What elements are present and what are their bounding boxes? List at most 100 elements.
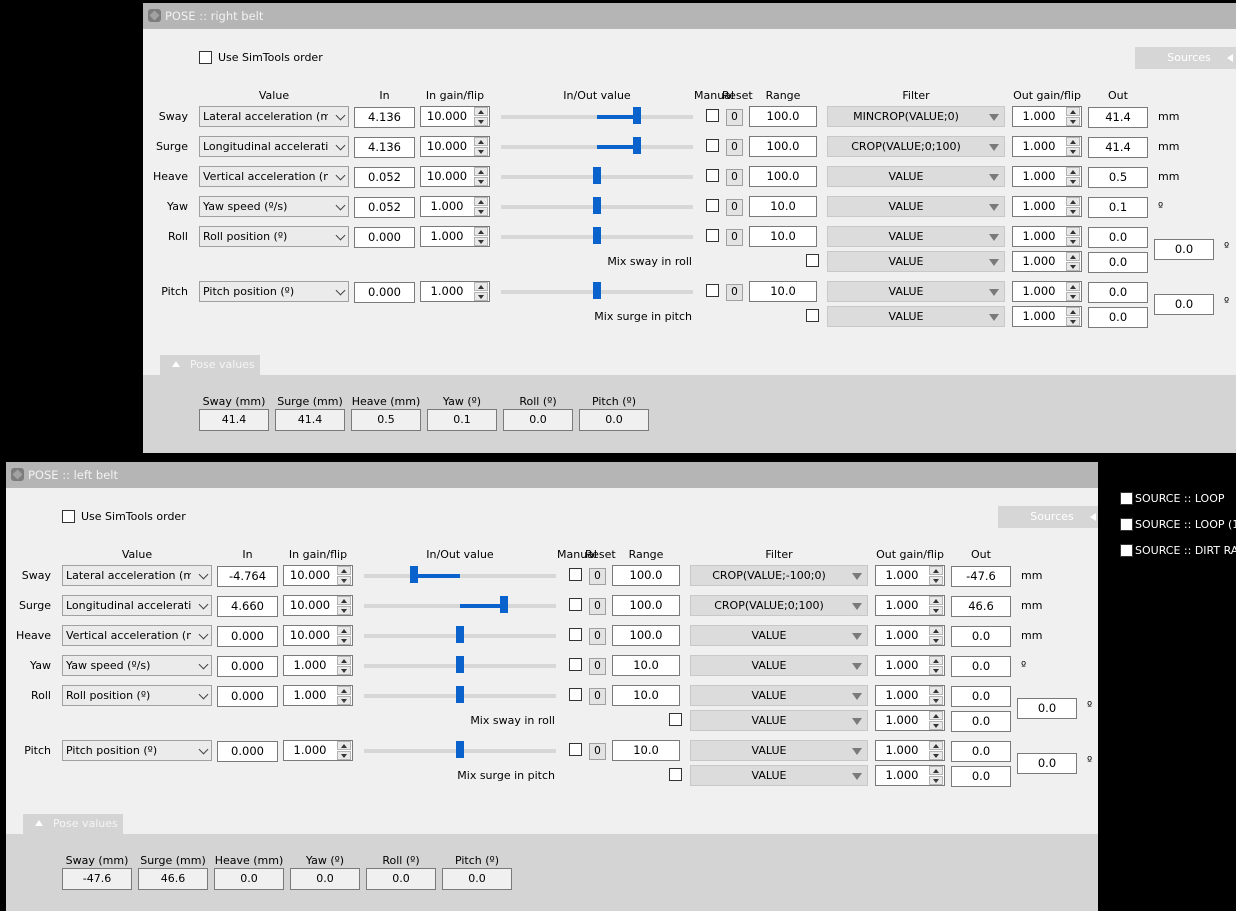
manual-checkbox[interactable] [569, 743, 582, 756]
filter-select[interactable]: VALUE [827, 196, 1005, 217]
inout-slider-thumb[interactable] [456, 686, 464, 703]
spin-down-arrow-icon[interactable] [474, 207, 488, 216]
range-input[interactable]: 100.0 [749, 166, 817, 187]
spin-up-arrow-icon[interactable] [929, 656, 943, 665]
spin-down-arrow-icon[interactable] [337, 636, 351, 645]
filter-select[interactable]: VALUE [690, 655, 868, 676]
out-value[interactable]: 0.1 [1088, 197, 1148, 218]
spin-up-arrow-icon[interactable] [929, 626, 943, 635]
out-gain-stepper[interactable]: 1.000 [1012, 226, 1082, 247]
mix-out-value[interactable]: 0.0 [951, 711, 1011, 732]
in-gain-stepper[interactable]: 10.000 [283, 595, 353, 616]
pose-values-tab[interactable]: Pose values [160, 355, 260, 375]
manual-checkbox[interactable] [706, 284, 719, 297]
spin-down-arrow-icon[interactable] [1066, 237, 1080, 246]
in-gain-stepper[interactable]: 1.000 [283, 655, 353, 676]
out-gain-stepper[interactable]: 1.000 [875, 565, 945, 586]
spin-down-arrow-icon[interactable] [1066, 292, 1080, 301]
use-simtools-checkbox[interactable] [62, 510, 75, 523]
filter-select[interactable]: CROP(VALUE;0;100) [827, 136, 1005, 157]
total-out-value[interactable]: 0.0 [1017, 753, 1077, 774]
spin-down-arrow-icon[interactable] [474, 117, 488, 126]
mix-checkbox[interactable] [806, 254, 819, 267]
range-input[interactable]: 100.0 [612, 625, 680, 646]
manual-checkbox[interactable] [569, 598, 582, 611]
out-value[interactable]: 0.0 [951, 626, 1011, 647]
in-value[interactable]: 4.136 [354, 137, 415, 158]
spin-up-arrow-icon[interactable] [474, 227, 488, 236]
reset-button[interactable]: 0 [726, 169, 743, 186]
manual-checkbox[interactable] [569, 688, 582, 701]
in-gain-stepper[interactable]: 10.000 [283, 565, 353, 586]
source-checkbox[interactable] [1120, 492, 1133, 505]
manual-checkbox[interactable] [706, 229, 719, 242]
spin-up-arrow-icon[interactable] [1066, 252, 1080, 261]
value-source-select[interactable]: Vertical acceleration (m/s²) [199, 166, 349, 187]
spin-down-arrow-icon[interactable] [1066, 317, 1080, 326]
range-input[interactable]: 10.0 [612, 655, 680, 676]
in-value[interactable]: 0.000 [217, 686, 278, 707]
inout-slider-track[interactable] [364, 574, 556, 578]
manual-checkbox[interactable] [706, 139, 719, 152]
out-gain-stepper[interactable]: 1.000 [875, 685, 945, 706]
mix-out-value[interactable]: 0.0 [951, 766, 1011, 787]
in-value[interactable]: 4.660 [217, 596, 278, 617]
in-gain-stepper[interactable]: 10.000 [420, 166, 490, 187]
source-checkbox[interactable] [1120, 544, 1133, 557]
filter-select[interactable]: VALUE [690, 765, 868, 786]
reset-button[interactable]: 0 [726, 109, 743, 126]
out-gain-stepper[interactable]: 1.000 [1012, 166, 1082, 187]
spin-up-arrow-icon[interactable] [1066, 227, 1080, 236]
spin-up-arrow-icon[interactable] [337, 686, 351, 695]
out-value[interactable]: 46.6 [951, 596, 1011, 617]
manual-checkbox[interactable] [569, 568, 582, 581]
out-value[interactable]: -47.6 [951, 566, 1011, 587]
spin-up-arrow-icon[interactable] [929, 566, 943, 575]
inout-slider-thumb[interactable] [593, 167, 601, 184]
out-gain-stepper[interactable]: 1.000 [1012, 136, 1082, 157]
in-gain-stepper[interactable]: 1.000 [283, 740, 353, 761]
manual-checkbox[interactable] [706, 109, 719, 122]
in-value[interactable]: 0.052 [354, 197, 415, 218]
spin-up-arrow-icon[interactable] [474, 107, 488, 116]
value-source-select[interactable]: Yaw speed (º/s) [199, 196, 349, 217]
range-input[interactable]: 100.0 [749, 106, 817, 127]
spin-up-arrow-icon[interactable] [337, 656, 351, 665]
out-value[interactable]: 0.0 [1088, 227, 1148, 248]
mix-out-gain-stepper[interactable]: 1.000 [1012, 306, 1082, 327]
spin-down-arrow-icon[interactable] [337, 666, 351, 675]
value-source-select[interactable]: Lateral acceleration (m/s²) [62, 565, 212, 586]
reset-button[interactable]: 0 [726, 139, 743, 156]
value-source-select[interactable]: Vertical acceleration (m/s²) [62, 625, 212, 646]
spin-down-arrow-icon[interactable] [1066, 207, 1080, 216]
spin-up-arrow-icon[interactable] [474, 282, 488, 291]
spin-down-arrow-icon[interactable] [929, 606, 943, 615]
reset-button[interactable]: 0 [726, 199, 743, 216]
use-simtools-checkbox[interactable] [199, 51, 212, 64]
inout-slider-thumb[interactable] [593, 227, 601, 244]
spin-down-arrow-icon[interactable] [929, 636, 943, 645]
spin-down-arrow-icon[interactable] [474, 147, 488, 156]
reset-button[interactable]: 0 [589, 568, 606, 585]
filter-select[interactable]: CROP(VALUE;-100;0) [690, 565, 868, 586]
spin-down-arrow-icon[interactable] [1066, 117, 1080, 126]
inout-slider-thumb[interactable] [409, 566, 418, 583]
out-gain-stepper[interactable]: 1.000 [875, 595, 945, 616]
in-gain-stepper[interactable]: 1.000 [420, 226, 490, 247]
spin-down-arrow-icon[interactable] [929, 721, 943, 730]
filter-select[interactable]: VALUE [827, 226, 1005, 247]
spin-down-arrow-icon[interactable] [474, 237, 488, 246]
out-value[interactable]: 41.4 [1088, 137, 1148, 158]
spin-down-arrow-icon[interactable] [929, 576, 943, 585]
spin-up-arrow-icon[interactable] [337, 566, 351, 575]
value-source-select[interactable]: Roll position (º) [199, 226, 349, 247]
spin-down-arrow-icon[interactable] [1066, 262, 1080, 271]
filter-select[interactable]: VALUE [827, 306, 1005, 327]
reset-button[interactable]: 0 [726, 229, 743, 246]
in-gain-stepper[interactable]: 10.000 [420, 106, 490, 127]
spin-up-arrow-icon[interactable] [337, 596, 351, 605]
out-value[interactable]: 0.5 [1088, 167, 1148, 188]
mix-out-gain-stepper[interactable]: 1.000 [875, 710, 945, 731]
source-checkbox[interactable] [1120, 518, 1133, 531]
spin-up-arrow-icon[interactable] [1066, 282, 1080, 291]
